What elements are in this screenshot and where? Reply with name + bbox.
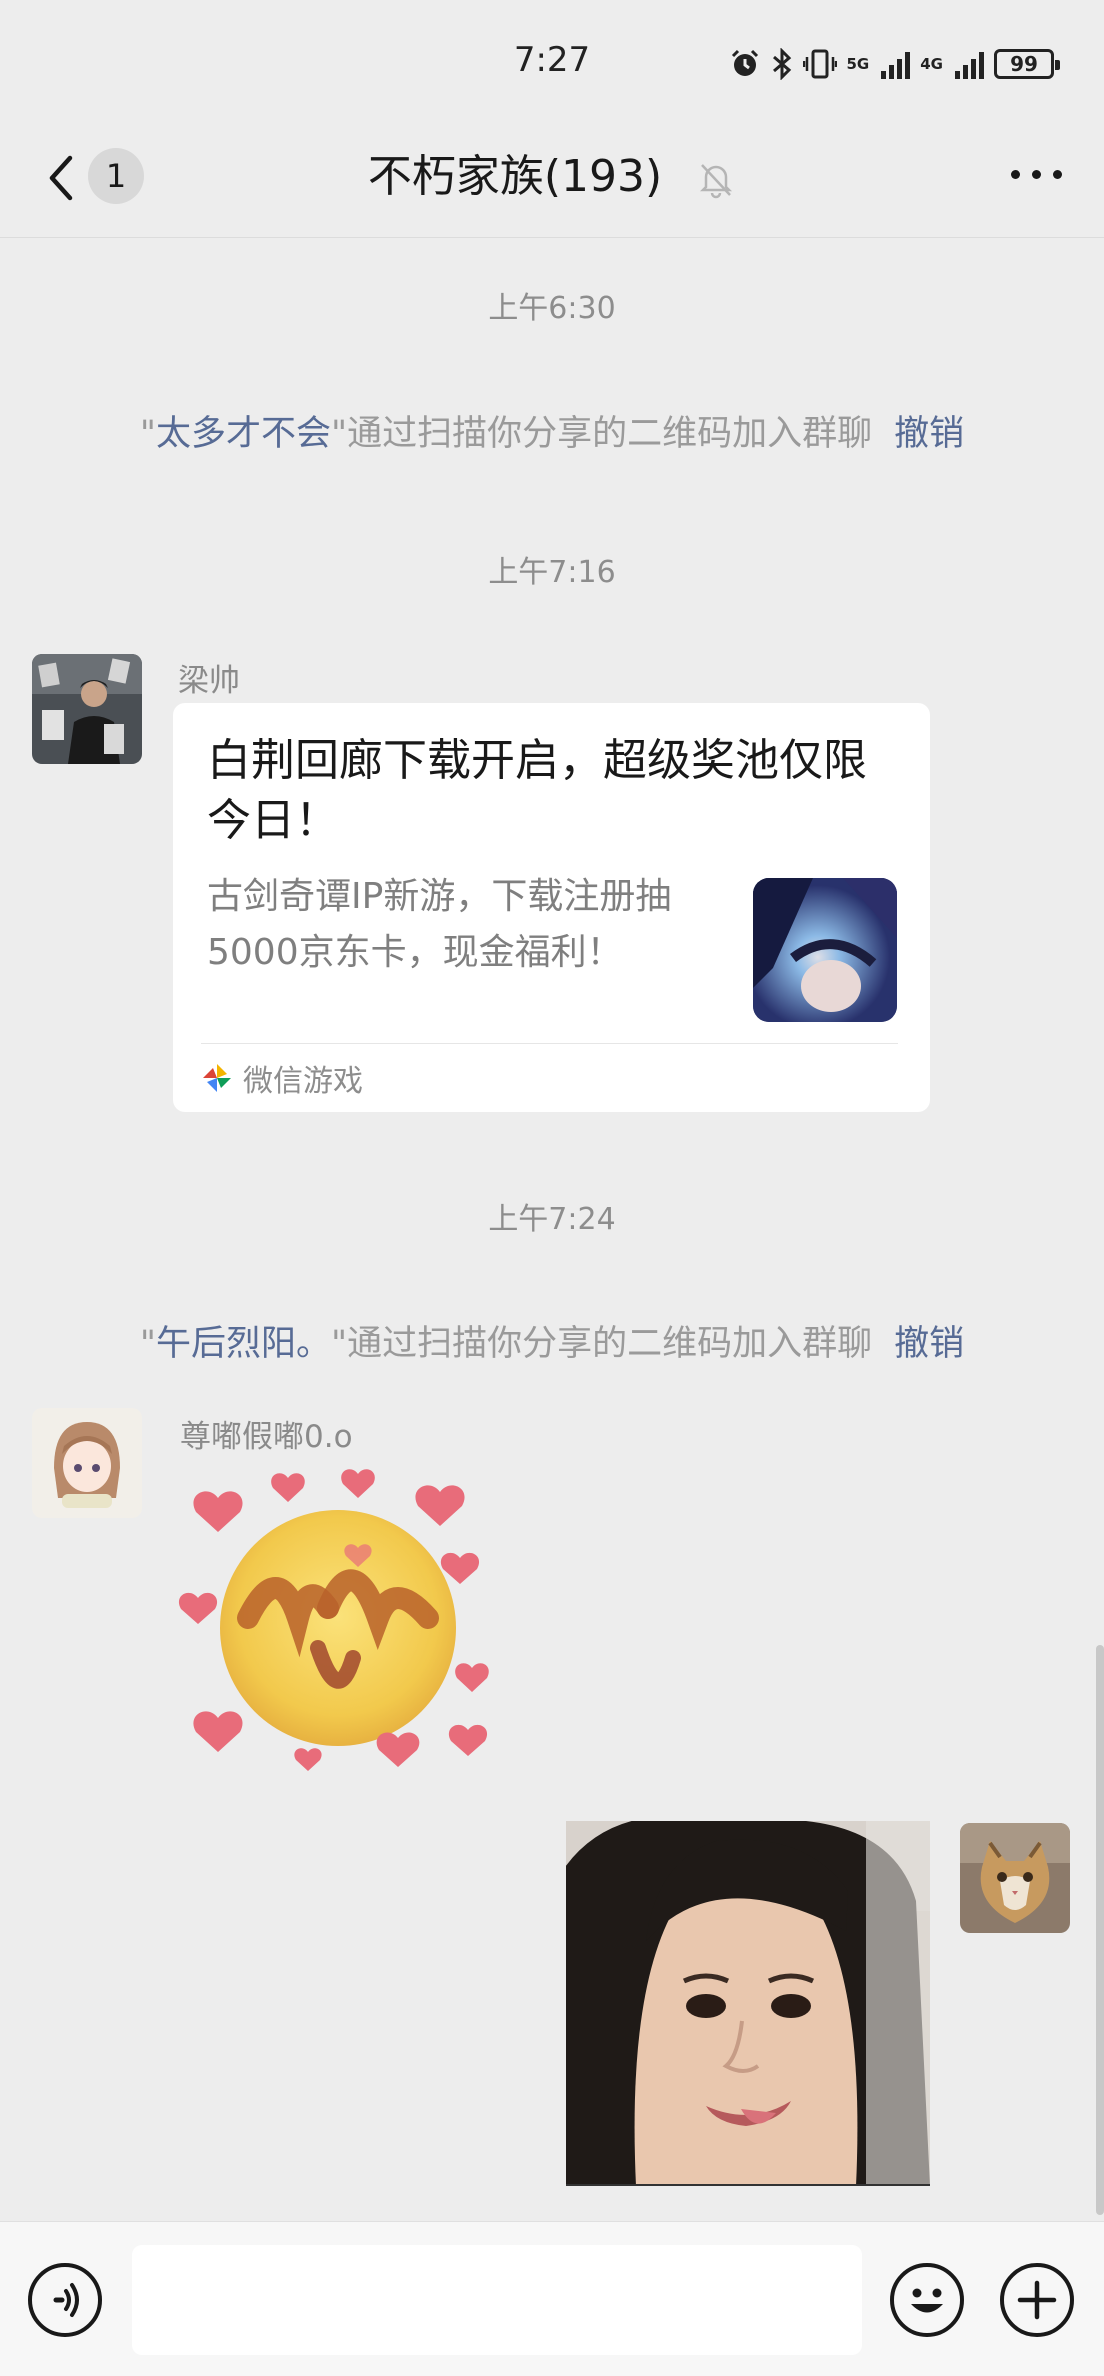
system-join-message: "午后烈阳。"通过扫描你分享的二维码加入群聊 撤销 <box>0 1315 1104 1366</box>
group-name: 不朽家族(193) <box>367 151 663 202</box>
timestamp: 上午7:16 <box>488 555 616 590</box>
card-source-label: 微信游戏 <box>243 1064 363 1099</box>
battery-icon: 99 <box>994 49 1060 79</box>
my-avatar[interactable] <box>960 1823 1070 1933</box>
card-source: 微信游戏 <box>201 1056 363 1100</box>
emoji-icon[interactable] <box>890 2263 964 2337</box>
avatar[interactable] <box>32 1408 142 1518</box>
mini-program-card[interactable]: 白荆回廊下载开启，超级奖池仅限今日！ 古剑奇谭IP新游，下载注册抽5000京东卡… <box>173 703 930 1112</box>
quote-mark: " <box>139 414 156 454</box>
status-bar: 7:27 5G 4G 99 <box>0 0 1104 120</box>
signal-icon <box>955 49 984 79</box>
sender-name: 尊嘟假嘟0.o <box>180 1419 353 1455</box>
photo-message[interactable] <box>566 1821 930 2186</box>
message-input[interactable] <box>132 2245 862 2355</box>
system-message-text: 通过扫描你分享的二维码加入群聊 <box>347 414 873 454</box>
alarm-icon <box>731 49 758 76</box>
quote-mark: " <box>330 414 348 454</box>
wechat-games-icon <box>203 1064 231 1092</box>
card-description: 古剑奇谭IP新游，下载注册抽5000京东卡，现金福利！ <box>207 876 672 973</box>
quote-mark: " <box>139 1324 156 1364</box>
timestamp: 上午7:24 <box>488 1202 616 1237</box>
quote-mark: " <box>330 1324 348 1364</box>
member-nickname-link[interactable]: 午后烈阳。 <box>156 1324 331 1364</box>
avatar[interactable] <box>32 654 142 764</box>
card-divider <box>201 1043 898 1044</box>
bluetooth-icon <box>772 48 791 80</box>
revoke-link[interactable]: 撤销 <box>894 414 964 454</box>
network-type-1: 5G <box>846 55 870 73</box>
member-nickname-link[interactable]: 太多才不会 <box>156 414 331 454</box>
page-title[interactable]: 不朽家族(193) <box>0 142 1104 212</box>
sender-name: 梁帅 <box>178 663 240 699</box>
status-icons: 5G 4G 99 <box>729 44 1060 84</box>
game-thumbnail <box>753 878 897 1022</box>
system-join-message: "太多才不会"通过扫描你分享的二维码加入群聊 撤销 <box>0 405 1104 456</box>
signal-icon <box>881 49 911 79</box>
chat-header: 1 不朽家族(193) <box>0 120 1104 238</box>
input-bar <box>0 2221 1104 2376</box>
voice-icon[interactable] <box>28 2263 102 2337</box>
scrollbar[interactable] <box>1096 1645 1104 2215</box>
network-type-2: 4G <box>920 55 943 73</box>
plus-icon[interactable] <box>1000 2263 1074 2337</box>
system-message-text: 通过扫描你分享的二维码加入群聊 <box>347 1324 873 1364</box>
timestamp: 上午6:30 <box>488 291 616 326</box>
sticker-message[interactable] <box>178 1468 498 1780</box>
more-dots-icon[interactable] <box>1011 170 1062 179</box>
vibrate-icon <box>802 49 837 79</box>
card-title: 白荆回廊下载开启，超级奖池仅限今日！ <box>207 735 867 846</box>
revoke-link[interactable]: 撤销 <box>894 1324 964 1364</box>
bell-off-icon <box>700 164 733 199</box>
